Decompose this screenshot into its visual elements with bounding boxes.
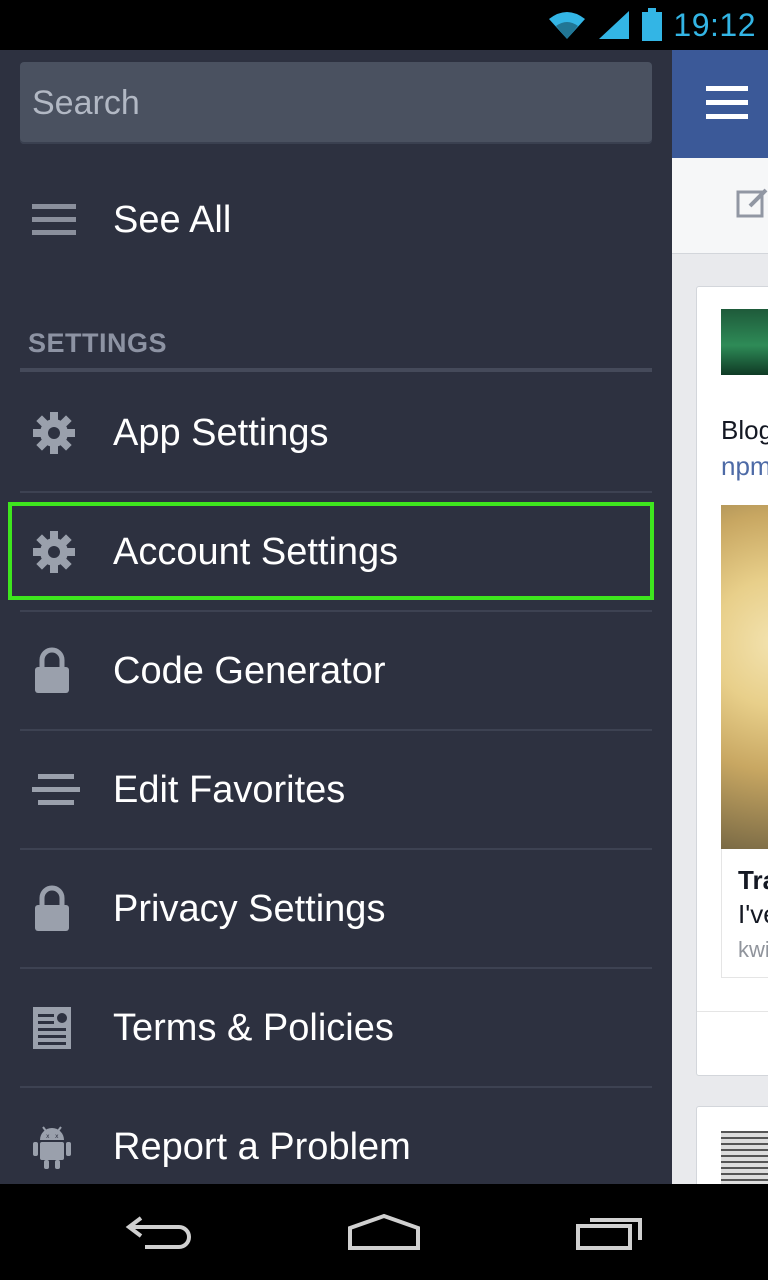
see-all-label: See All [113, 198, 232, 241]
link-domain: kwi [738, 937, 768, 962]
recents-icon [576, 1218, 642, 1250]
list-icon [20, 161, 92, 279]
gear-icon [20, 493, 92, 611]
menu-item-code-generator[interactable]: Code Generator [20, 612, 652, 730]
battery-icon [642, 8, 663, 41]
document-icon [20, 969, 92, 1087]
recents-button[interactable] [550, 1184, 670, 1280]
feed-story-card[interactable] [696, 1106, 768, 1184]
menu-item-app-settings[interactable]: App Settings [20, 374, 652, 492]
link-preview[interactable]: Tra I've kwi [721, 849, 768, 978]
navigation-drawer: See All SETTINGS App Settings [0, 50, 672, 1184]
menu-item-label: Edit Favorites [113, 768, 346, 811]
feed-story-card[interactable]: Blog npm Tra I've kwi [696, 286, 768, 1076]
feed-header [672, 50, 768, 158]
status-icons: 19:12 [547, 0, 756, 50]
status-bar: 19:12 [0, 0, 768, 50]
see-all-item[interactable]: See All [20, 161, 652, 279]
lock-icon [20, 612, 92, 730]
menu-item-report-problem[interactable]: x x Report a Problem [20, 1088, 652, 1184]
menu-item-label: Account Settings [113, 530, 399, 573]
settings-section-header: SETTINGS [28, 328, 168, 358]
align-center-icon [20, 731, 92, 849]
home-icon [348, 1213, 420, 1250]
post-thumbnail [721, 1131, 768, 1184]
menu-item-label: Code Generator [113, 649, 386, 692]
back-icon [125, 1216, 191, 1249]
wifi-icon [549, 12, 586, 39]
gear-icon [20, 374, 92, 492]
link-description: I've [738, 899, 768, 929]
android-icon: x x [20, 1088, 92, 1184]
menu-item-label: Privacy Settings [113, 887, 386, 930]
search-input[interactable] [20, 62, 652, 144]
clock: 19:12 [673, 6, 756, 43]
system-nav-bar [0, 1184, 768, 1280]
menu-item-privacy-settings[interactable]: Privacy Settings [20, 850, 652, 968]
menu-item-edit-favorites[interactable]: Edit Favorites [20, 731, 652, 849]
section-divider [20, 368, 652, 372]
lock-icon [20, 850, 92, 968]
news-feed-peek: Blog npm Tra I've kwi [672, 50, 768, 1184]
svg-text:x: x [46, 1133, 50, 1140]
post-text: Blog [721, 415, 768, 445]
search-box[interactable] [20, 62, 652, 144]
avatar [721, 309, 768, 375]
home-button[interactable] [324, 1184, 444, 1280]
menu-item-label: Report a Problem [113, 1125, 411, 1168]
signal-icon [599, 11, 630, 39]
link-title: Tra [738, 865, 768, 895]
post-photo[interactable] [721, 505, 768, 849]
menu-icon[interactable] [706, 86, 748, 120]
menu-item-account-settings[interactable]: Account Settings [20, 493, 652, 611]
card-footer-divider [697, 1011, 768, 1012]
svg-text:x: x [55, 1133, 59, 1140]
back-button[interactable] [100, 1184, 220, 1280]
post-link[interactable]: npm [721, 451, 768, 482]
menu-item-terms-policies[interactable]: Terms & Policies [20, 969, 652, 1087]
menu-item-label: Terms & Policies [113, 1006, 394, 1049]
menu-item-label: App Settings [113, 411, 329, 454]
composer-bar [672, 158, 768, 254]
compose-icon[interactable] [736, 186, 768, 220]
